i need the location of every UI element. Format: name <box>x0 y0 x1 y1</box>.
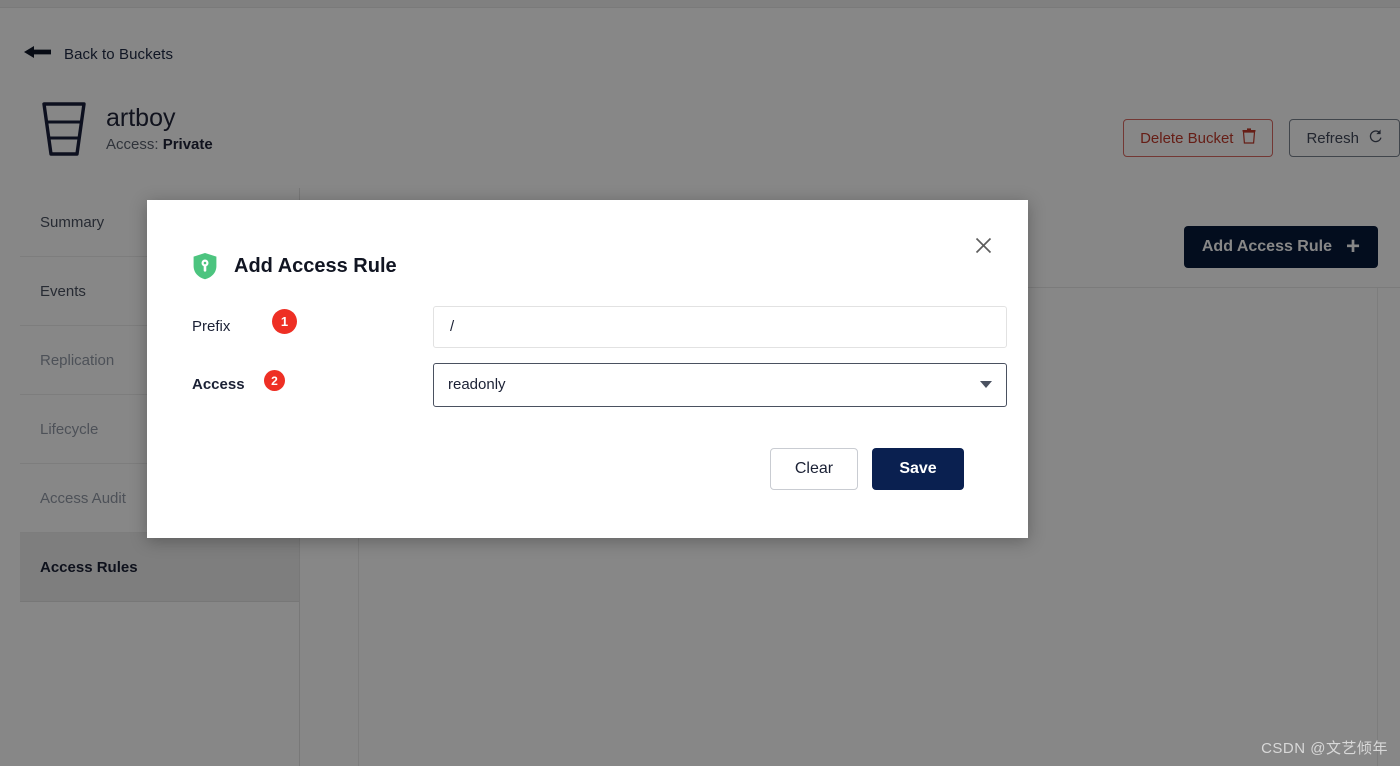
shield-key-icon <box>192 252 218 280</box>
access-field-row: Access 2 readonly <box>192 362 1007 407</box>
dialog-title-row: Add Access Rule <box>192 252 397 280</box>
prefix-label: Prefix <box>192 318 231 335</box>
dialog-title: Add Access Rule <box>234 254 397 277</box>
app-root: Back to Buckets artboy Access: Private D… <box>0 0 1400 766</box>
close-icon[interactable] <box>968 230 998 260</box>
access-select-value: readonly <box>448 376 506 393</box>
save-button[interactable]: Save <box>872 448 964 490</box>
prefix-input[interactable] <box>433 305 1007 348</box>
step-badge-1: 1 <box>272 309 297 334</box>
add-access-rule-dialog: Add Access Rule Prefix 1 Access 2 readon… <box>147 200 1028 538</box>
dialog-actions: Clear Save <box>770 448 964 490</box>
chevron-down-icon <box>980 381 992 388</box>
access-select[interactable]: readonly <box>433 362 1007 407</box>
clear-button[interactable]: Clear <box>770 448 858 490</box>
prefix-field-row: Prefix 1 <box>192 305 1007 348</box>
step-badge-2: 2 <box>264 370 285 391</box>
access-label: Access <box>192 376 245 393</box>
